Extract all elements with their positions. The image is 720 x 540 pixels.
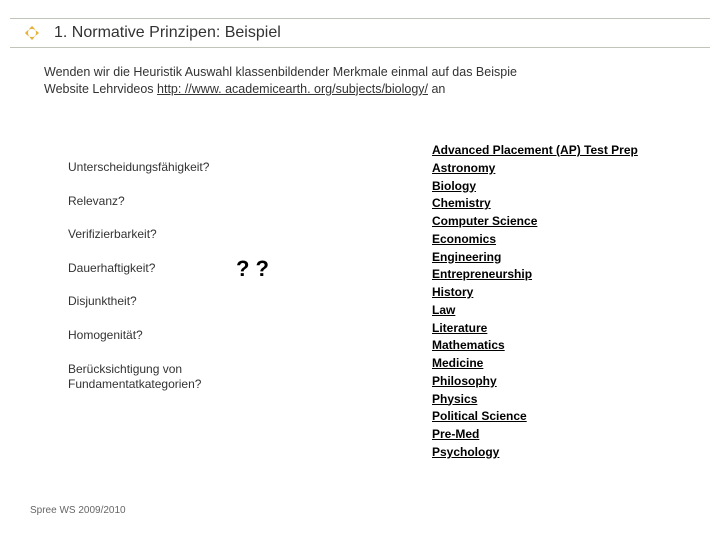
question-item: Homogenität? bbox=[68, 328, 278, 344]
footer-text: Spree WS 2009/2010 bbox=[30, 505, 126, 516]
subject-item: Pre-Med bbox=[432, 426, 638, 444]
subject-item: Economics bbox=[432, 231, 638, 249]
header-bar: 1. Normative Prinzipen: Beispiel bbox=[10, 18, 710, 48]
questions-list: Unterscheidungsfähigkeit? Relevanz? Veri… bbox=[68, 160, 278, 411]
subject-item: Astronomy bbox=[432, 160, 638, 178]
subject-item: Philosophy bbox=[432, 373, 638, 391]
subject-item: History bbox=[432, 284, 638, 302]
intro-line-1: Wenden wir die Heuristik Auswahl klassen… bbox=[44, 65, 517, 79]
subject-item: Political Science bbox=[432, 408, 638, 426]
intro-text: Wenden wir die Heuristik Auswahl klassen… bbox=[44, 64, 680, 98]
question-marks: ? ? bbox=[236, 256, 269, 282]
question-item: Unterscheidungsfähigkeit? bbox=[68, 160, 278, 176]
subject-item: Literature bbox=[432, 320, 638, 338]
intro-line-2-post: an bbox=[428, 82, 445, 96]
question-item: Verifizierbarkeit? bbox=[68, 227, 278, 243]
subject-item: Law bbox=[432, 302, 638, 320]
subject-item: Engineering bbox=[432, 249, 638, 267]
question-item: Relevanz? bbox=[68, 194, 278, 210]
intro-line-2-pre: Website Lehrvideos bbox=[44, 82, 157, 96]
subject-item: Mathematics bbox=[432, 337, 638, 355]
subject-item: Psychology bbox=[432, 444, 638, 462]
subject-item: Biology bbox=[432, 178, 638, 196]
fleur-bullet-icon bbox=[24, 25, 40, 41]
subject-item: Advanced Placement (AP) Test Prep bbox=[432, 142, 638, 160]
slide-title: 1. Normative Prinzipen: Beispiel bbox=[54, 24, 281, 42]
subject-item: Computer Science bbox=[432, 213, 638, 231]
subject-item: Medicine bbox=[432, 355, 638, 373]
subject-item: Chemistry bbox=[432, 195, 638, 213]
subject-item: Physics bbox=[432, 391, 638, 409]
question-item: Disjunktheit? bbox=[68, 294, 278, 310]
subjects-list: Advanced Placement (AP) Test Prep Astron… bbox=[432, 142, 638, 462]
subject-item: Entrepreneurship bbox=[432, 266, 638, 284]
question-item: Berücksichtigung von Fundamentatkategori… bbox=[68, 362, 278, 393]
intro-link[interactable]: http: //www. academicearth. org/subjects… bbox=[157, 82, 428, 96]
